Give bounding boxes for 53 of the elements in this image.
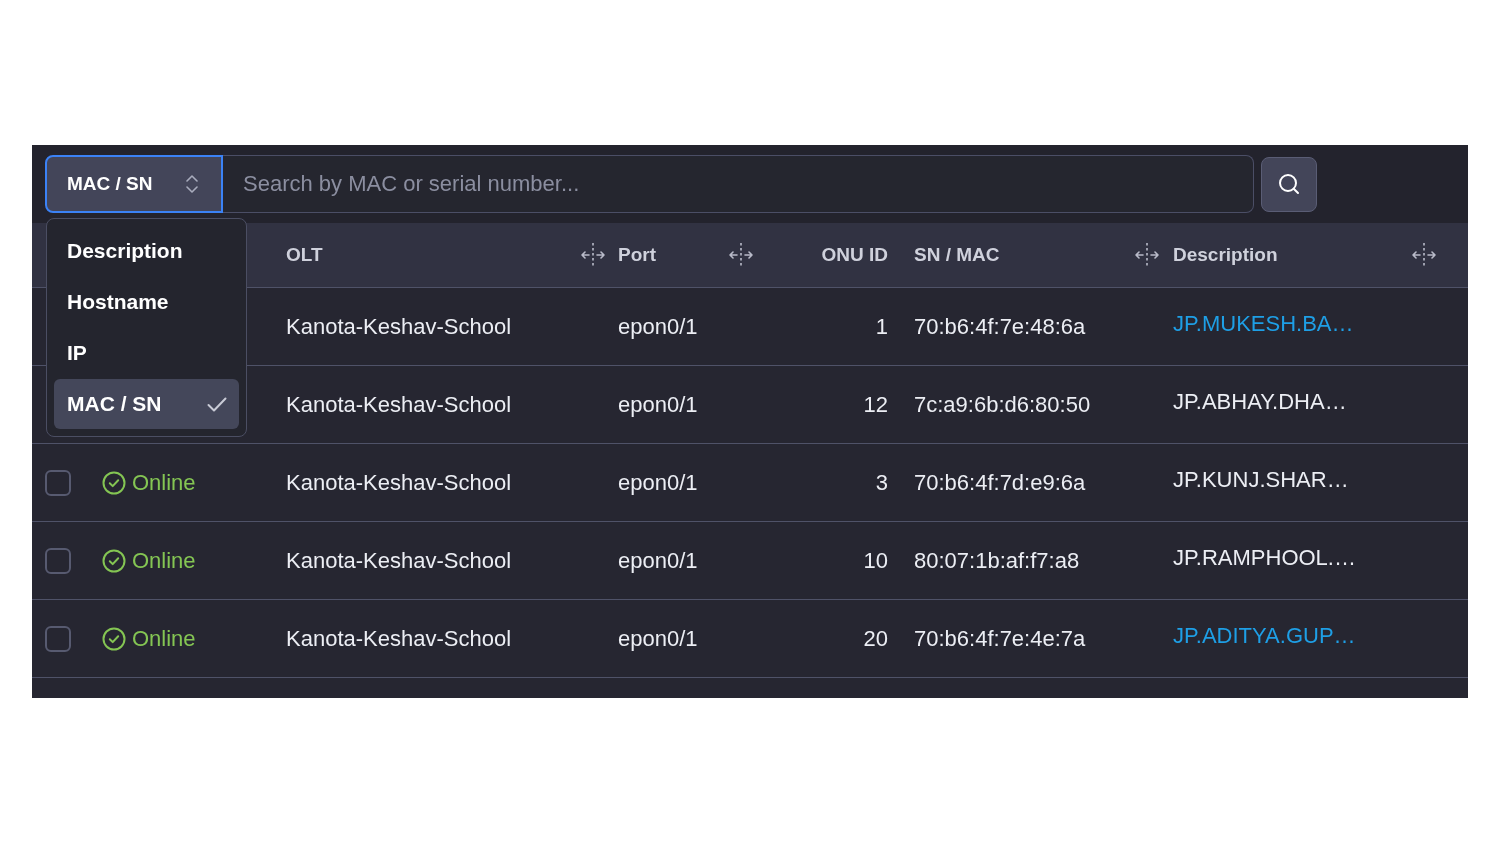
- table-cell: 3: [875, 470, 888, 495]
- menu-item[interactable]: IP: [54, 328, 239, 378]
- table-cell: Kanota-Keshav-School: [286, 392, 512, 417]
- resize-handle-icon[interactable]: [728, 242, 754, 268]
- table-cell: 12: [863, 392, 888, 417]
- table-cell: Kanota-Keshav-School: [286, 314, 512, 339]
- checkmark-icon: [207, 396, 227, 412]
- table-cell: 10: [863, 548, 888, 573]
- menu-item[interactable]: Hostname: [54, 277, 239, 327]
- status-label: Online: [132, 547, 196, 575]
- row-checkbox[interactable]: [45, 625, 71, 652]
- row-checkbox[interactable]: [45, 547, 71, 574]
- search-icon: [1277, 172, 1301, 196]
- table-cell: JP.RAMPHOOL.…: [1173, 545, 1356, 570]
- resize-handle-icon[interactable]: [1411, 242, 1437, 268]
- table-cell: Kanota-Keshav-School: [286, 548, 512, 573]
- resize-handle-icon[interactable]: [1134, 242, 1160, 268]
- table-cell: JP.KUNJ.SHAR…: [1173, 467, 1349, 492]
- table-cell: 7c:a9:6b:d6:80:50: [914, 392, 1091, 417]
- description-link[interactable]: JP.MUKESH.BA…: [1173, 311, 1354, 336]
- table-cell: 70:b6:4f:7e:4e:7a: [914, 626, 1086, 651]
- row-checkbox[interactable]: [45, 469, 71, 496]
- search-button[interactable]: [1261, 156, 1317, 212]
- search-type-select[interactable]: MAC / SN: [45, 155, 223, 213]
- resize-handle-icon[interactable]: [580, 242, 606, 268]
- search-field[interactable]: Search by MAC or serial number...: [223, 155, 1254, 213]
- table-cell: epon0/1: [618, 470, 698, 495]
- column-header: ONU ID: [821, 242, 888, 267]
- table-cell: JP.ABHAY.DHA…: [1173, 389, 1347, 414]
- table-cell: epon0/1: [618, 548, 698, 573]
- table-cell: epon0/1: [618, 392, 698, 417]
- table-cell: 80:07:1b:af:f7:a8: [914, 548, 1080, 573]
- column-header: Description: [1173, 242, 1278, 267]
- status-label: Online: [132, 625, 196, 653]
- table-cell: epon0/1: [618, 314, 698, 339]
- table-cell: Kanota-Keshav-School: [286, 626, 512, 651]
- table-cell: 70:b6:4f:7d:e9:6a: [914, 470, 1086, 495]
- column-header: Port: [618, 242, 656, 267]
- column-header: SN / MAC: [914, 242, 1000, 267]
- column-header: OLT: [286, 242, 323, 267]
- menu-item[interactable]: Description: [54, 226, 239, 276]
- check-circle-icon: [102, 470, 126, 495]
- description-link[interactable]: JP.ADITYA.GUP…: [1173, 623, 1356, 648]
- table-cell: 20: [863, 626, 888, 651]
- table-cell: Kanota-Keshav-School: [286, 470, 512, 495]
- menu-item[interactable]: MAC / SN: [54, 379, 239, 429]
- check-circle-icon: [102, 548, 126, 573]
- status-label: Online: [132, 469, 196, 497]
- chevron-up-down-icon: [185, 175, 199, 193]
- check-circle-icon: [102, 626, 126, 651]
- table-cell: epon0/1: [618, 626, 698, 651]
- table-cell: 1: [875, 314, 888, 339]
- table-cell: 70:b6:4f:7e:48:6a: [914, 314, 1086, 339]
